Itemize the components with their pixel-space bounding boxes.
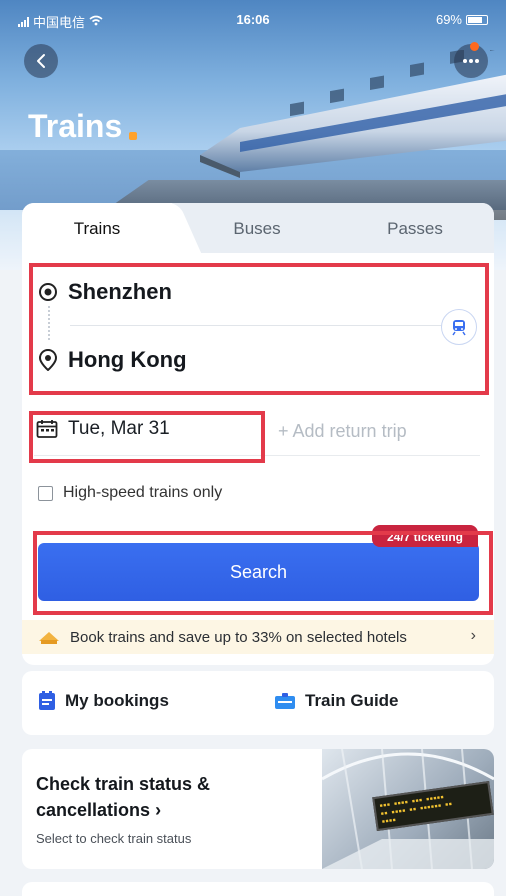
train-status-subtitle: Select to check train status (36, 831, 192, 846)
battery-percent: 69% (435, 12, 462, 27)
more-icon (463, 59, 479, 63)
train-guide-label: Train Guide (305, 691, 399, 710)
hotel-icon (39, 632, 59, 644)
train-status-chevron-icon: › (155, 800, 162, 820)
tab-passes[interactable]: Passes (340, 203, 490, 253)
title-accent-dot (129, 132, 137, 140)
status-time: 16:06 (236, 12, 270, 27)
station-board-image: ▪▪▪ ▪▪▪▪ ▪▪▪ ▪▪▪▪▪ ▪▪ ▪▪▪▪ ▪▪ ▪▪▪▪▪▪ ▪▪ ▪▪… (322, 749, 494, 869)
promo-chevron-icon: › (470, 627, 476, 644)
tab-trains[interactable]: Trains (22, 203, 172, 253)
high-speed-checkbox[interactable] (38, 485, 53, 501)
battery-icon (466, 14, 488, 25)
status-bar-right: 69% (436, 12, 488, 27)
next-card-peek (22, 882, 494, 896)
my-bookings-label: My bookings (65, 691, 169, 710)
date-highlight-box (29, 411, 265, 463)
high-speed-label: High-speed trains only (63, 484, 223, 501)
search-highlight-box (33, 531, 493, 615)
hotel-promo-banner[interactable]: Book trains and save up to 33% on select… (22, 620, 494, 654)
train-guide-link[interactable]: Train Guide (274, 691, 399, 711)
high-speed-option[interactable]: High-speed trains only (38, 484, 222, 502)
train-guide-icon (275, 693, 295, 709)
quick-links-card: My bookings Train Guide (22, 671, 494, 735)
back-button[interactable] (24, 44, 58, 78)
tab-buses[interactable]: Buses (182, 203, 332, 253)
notification-dot (470, 42, 479, 51)
train-status-title: Check train status & cancellations › (36, 771, 276, 823)
add-return-trip-button[interactable]: + Add return trip (278, 421, 407, 442)
page-title: Trains (28, 108, 123, 144)
train-status-title-text: Check train status & cancellations (36, 774, 211, 820)
bookings-icon (39, 691, 55, 710)
promo-text: Book trains and save up to 33% on select… (70, 628, 407, 646)
status-bar: 中国电信 16:06 69% (0, 0, 506, 34)
route-highlight-box (29, 263, 489, 395)
train-status-card[interactable]: Check train status & cancellations › Sel… (22, 749, 494, 869)
transport-tabs: Trains Buses Passes (22, 203, 494, 253)
back-arrow-icon (37, 54, 45, 68)
my-bookings-link[interactable]: My bookings (38, 691, 169, 711)
